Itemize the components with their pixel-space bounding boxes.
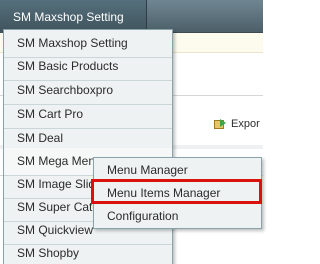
export-icon bbox=[214, 118, 227, 129]
export-label: Expor bbox=[231, 118, 260, 130]
submenu-item-configuration[interactable]: Configuration bbox=[94, 204, 261, 227]
mega-menu-submenu: Menu Manager Menu Items Manager Configur… bbox=[93, 157, 262, 229]
export-button[interactable]: Expor bbox=[214, 118, 260, 134]
menu-item-sm-shopby[interactable]: SM Shopby bbox=[4, 240, 172, 264]
submenu-item-menu-items-manager[interactable]: Menu Items Manager bbox=[94, 181, 261, 204]
submenu-item-menu-manager[interactable]: Menu Manager bbox=[94, 158, 261, 181]
